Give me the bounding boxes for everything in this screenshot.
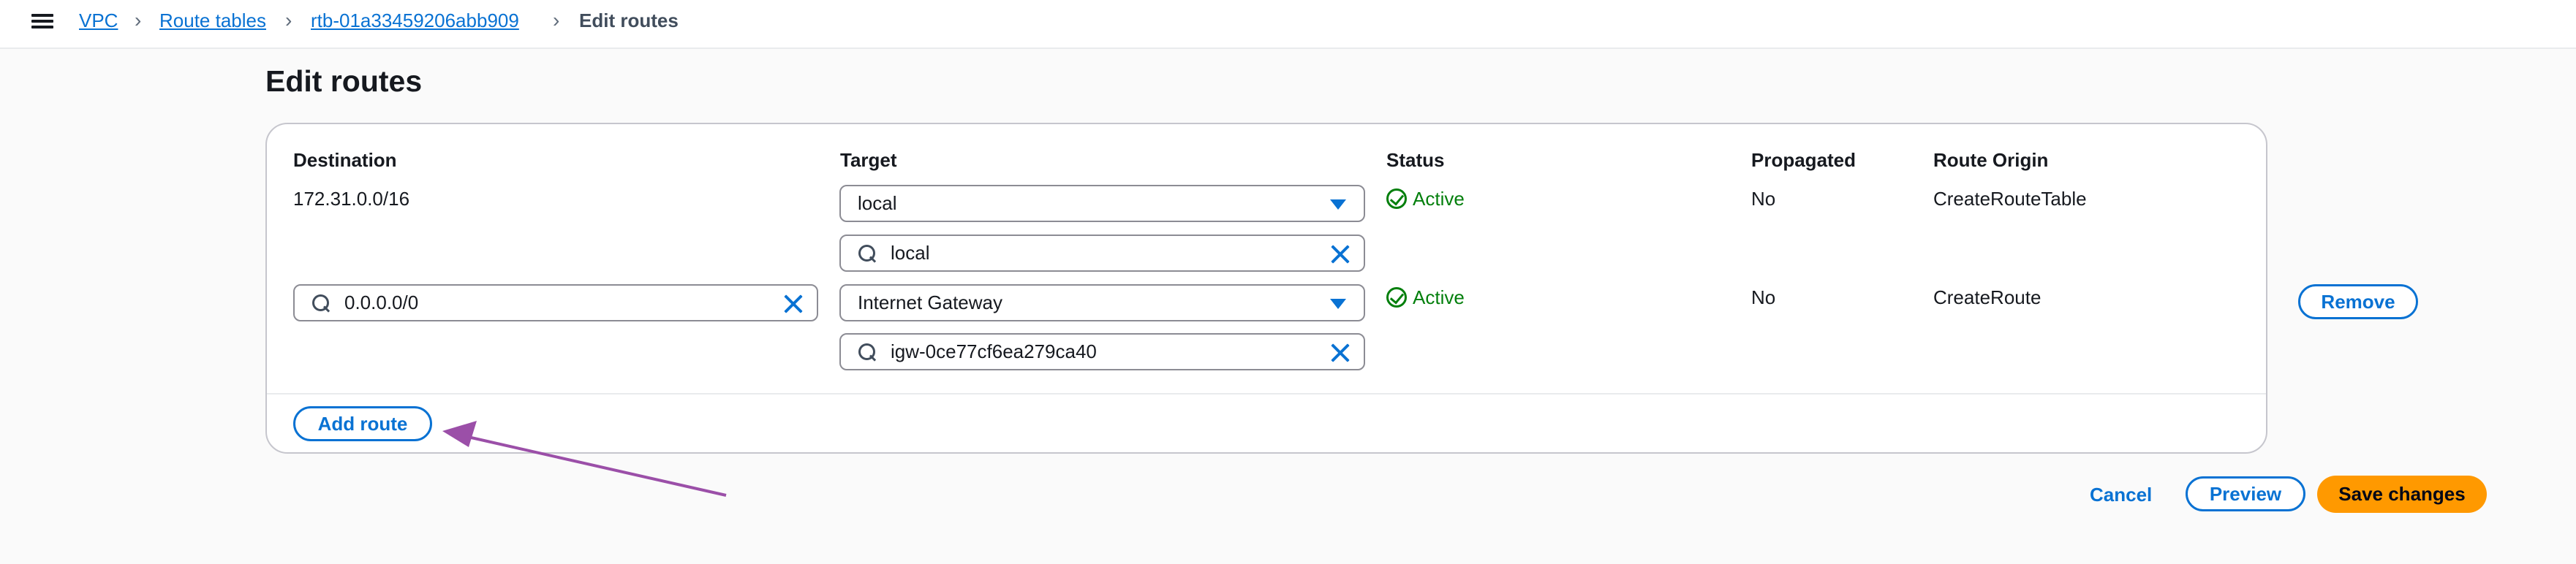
- save-changes-button[interactable]: Save changes: [2317, 476, 2487, 513]
- annotation-arrow-icon: [442, 421, 727, 497]
- cancel-button[interactable]: Cancel: [2090, 483, 2152, 506]
- preview-button[interactable]: Preview: [2186, 476, 2305, 511]
